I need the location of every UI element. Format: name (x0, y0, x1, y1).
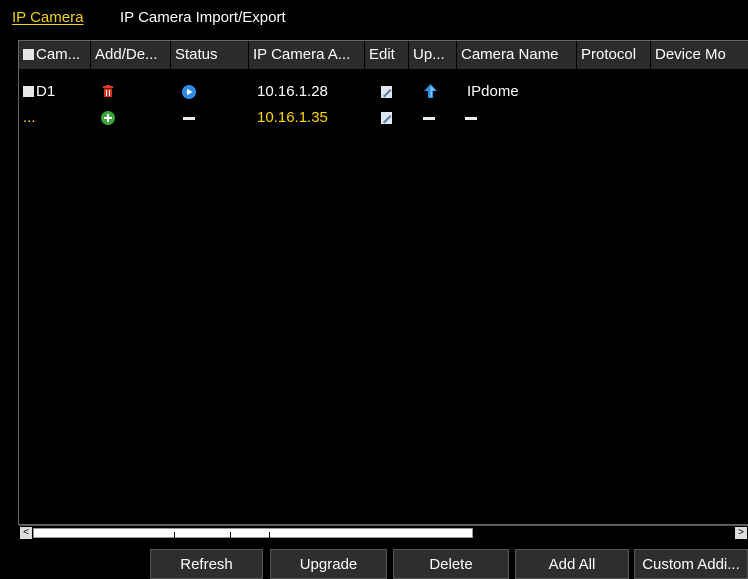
camera-table: Cam... Add/De... Status IP Camera A... E… (18, 40, 748, 525)
device-model (655, 105, 748, 131)
delete-button[interactable]: Delete (393, 549, 509, 579)
row-checkbox[interactable] (23, 86, 34, 97)
column-tick (230, 532, 231, 538)
device-model (655, 79, 748, 105)
edit-icon[interactable] (381, 112, 393, 124)
header-status[interactable]: Status (171, 41, 249, 69)
header-upgrade[interactable]: Up... (409, 41, 457, 69)
table-row[interactable]: ... 10.16.1.35 (19, 105, 748, 131)
add-all-button[interactable]: Add All (515, 549, 629, 579)
header-add-delete[interactable]: Add/De... (91, 41, 171, 69)
table-row[interactable]: D1 10.16.1.28 IPdome (19, 79, 748, 105)
upgrade-button[interactable]: Upgrade (270, 549, 387, 579)
scrollbar-thumb[interactable] (33, 528, 473, 538)
play-icon[interactable] (182, 85, 196, 99)
header-camera-label: Cam... (36, 46, 81, 63)
header-camera-name[interactable]: Camera Name (457, 41, 577, 69)
tab-ip-camera[interactable]: IP Camera (12, 9, 83, 26)
column-tick (174, 532, 175, 538)
camera-name: IPdome (467, 83, 519, 100)
table-header: Cam... Add/De... Status IP Camera A... E… (19, 41, 748, 69)
tab-ip-camera-import-export[interactable]: IP Camera Import/Export (120, 9, 286, 26)
camera-cell: D1 (19, 79, 91, 105)
scroll-left-button[interactable]: < (20, 527, 32, 539)
camera-cell: ... (19, 105, 91, 131)
plus-icon[interactable] (101, 111, 115, 125)
ip-address: 10.16.1.35 (257, 109, 328, 126)
header-camera[interactable]: Cam... (19, 41, 91, 69)
status-dash (183, 117, 195, 120)
header-edit[interactable]: Edit (365, 41, 409, 69)
horizontal-scrollbar[interactable]: < > (19, 525, 748, 540)
column-tick (269, 532, 270, 538)
select-all-checkbox[interactable] (23, 49, 34, 60)
camera-id: ... (23, 109, 36, 126)
edit-icon[interactable] (381, 86, 393, 98)
protocol (581, 79, 651, 105)
ip-address: 10.16.1.28 (257, 83, 328, 100)
header-ip-address[interactable]: IP Camera A... (249, 41, 365, 69)
camera-name-dash (465, 117, 477, 120)
tab-bar: IP Camera IP Camera Import/Export (0, 0, 748, 34)
custom-adding-button[interactable]: Custom Addi... (634, 549, 748, 579)
upgrade-arrow-icon[interactable] (424, 84, 437, 98)
header-protocol[interactable]: Protocol (577, 41, 651, 69)
camera-id: D1 (36, 83, 56, 100)
trash-icon[interactable] (103, 85, 113, 97)
refresh-button[interactable]: Refresh (150, 549, 263, 579)
upgrade-dash (423, 117, 435, 120)
protocol (581, 105, 651, 131)
scroll-right-button[interactable]: > (735, 527, 747, 539)
header-device-model[interactable]: Device Mo (651, 41, 748, 69)
